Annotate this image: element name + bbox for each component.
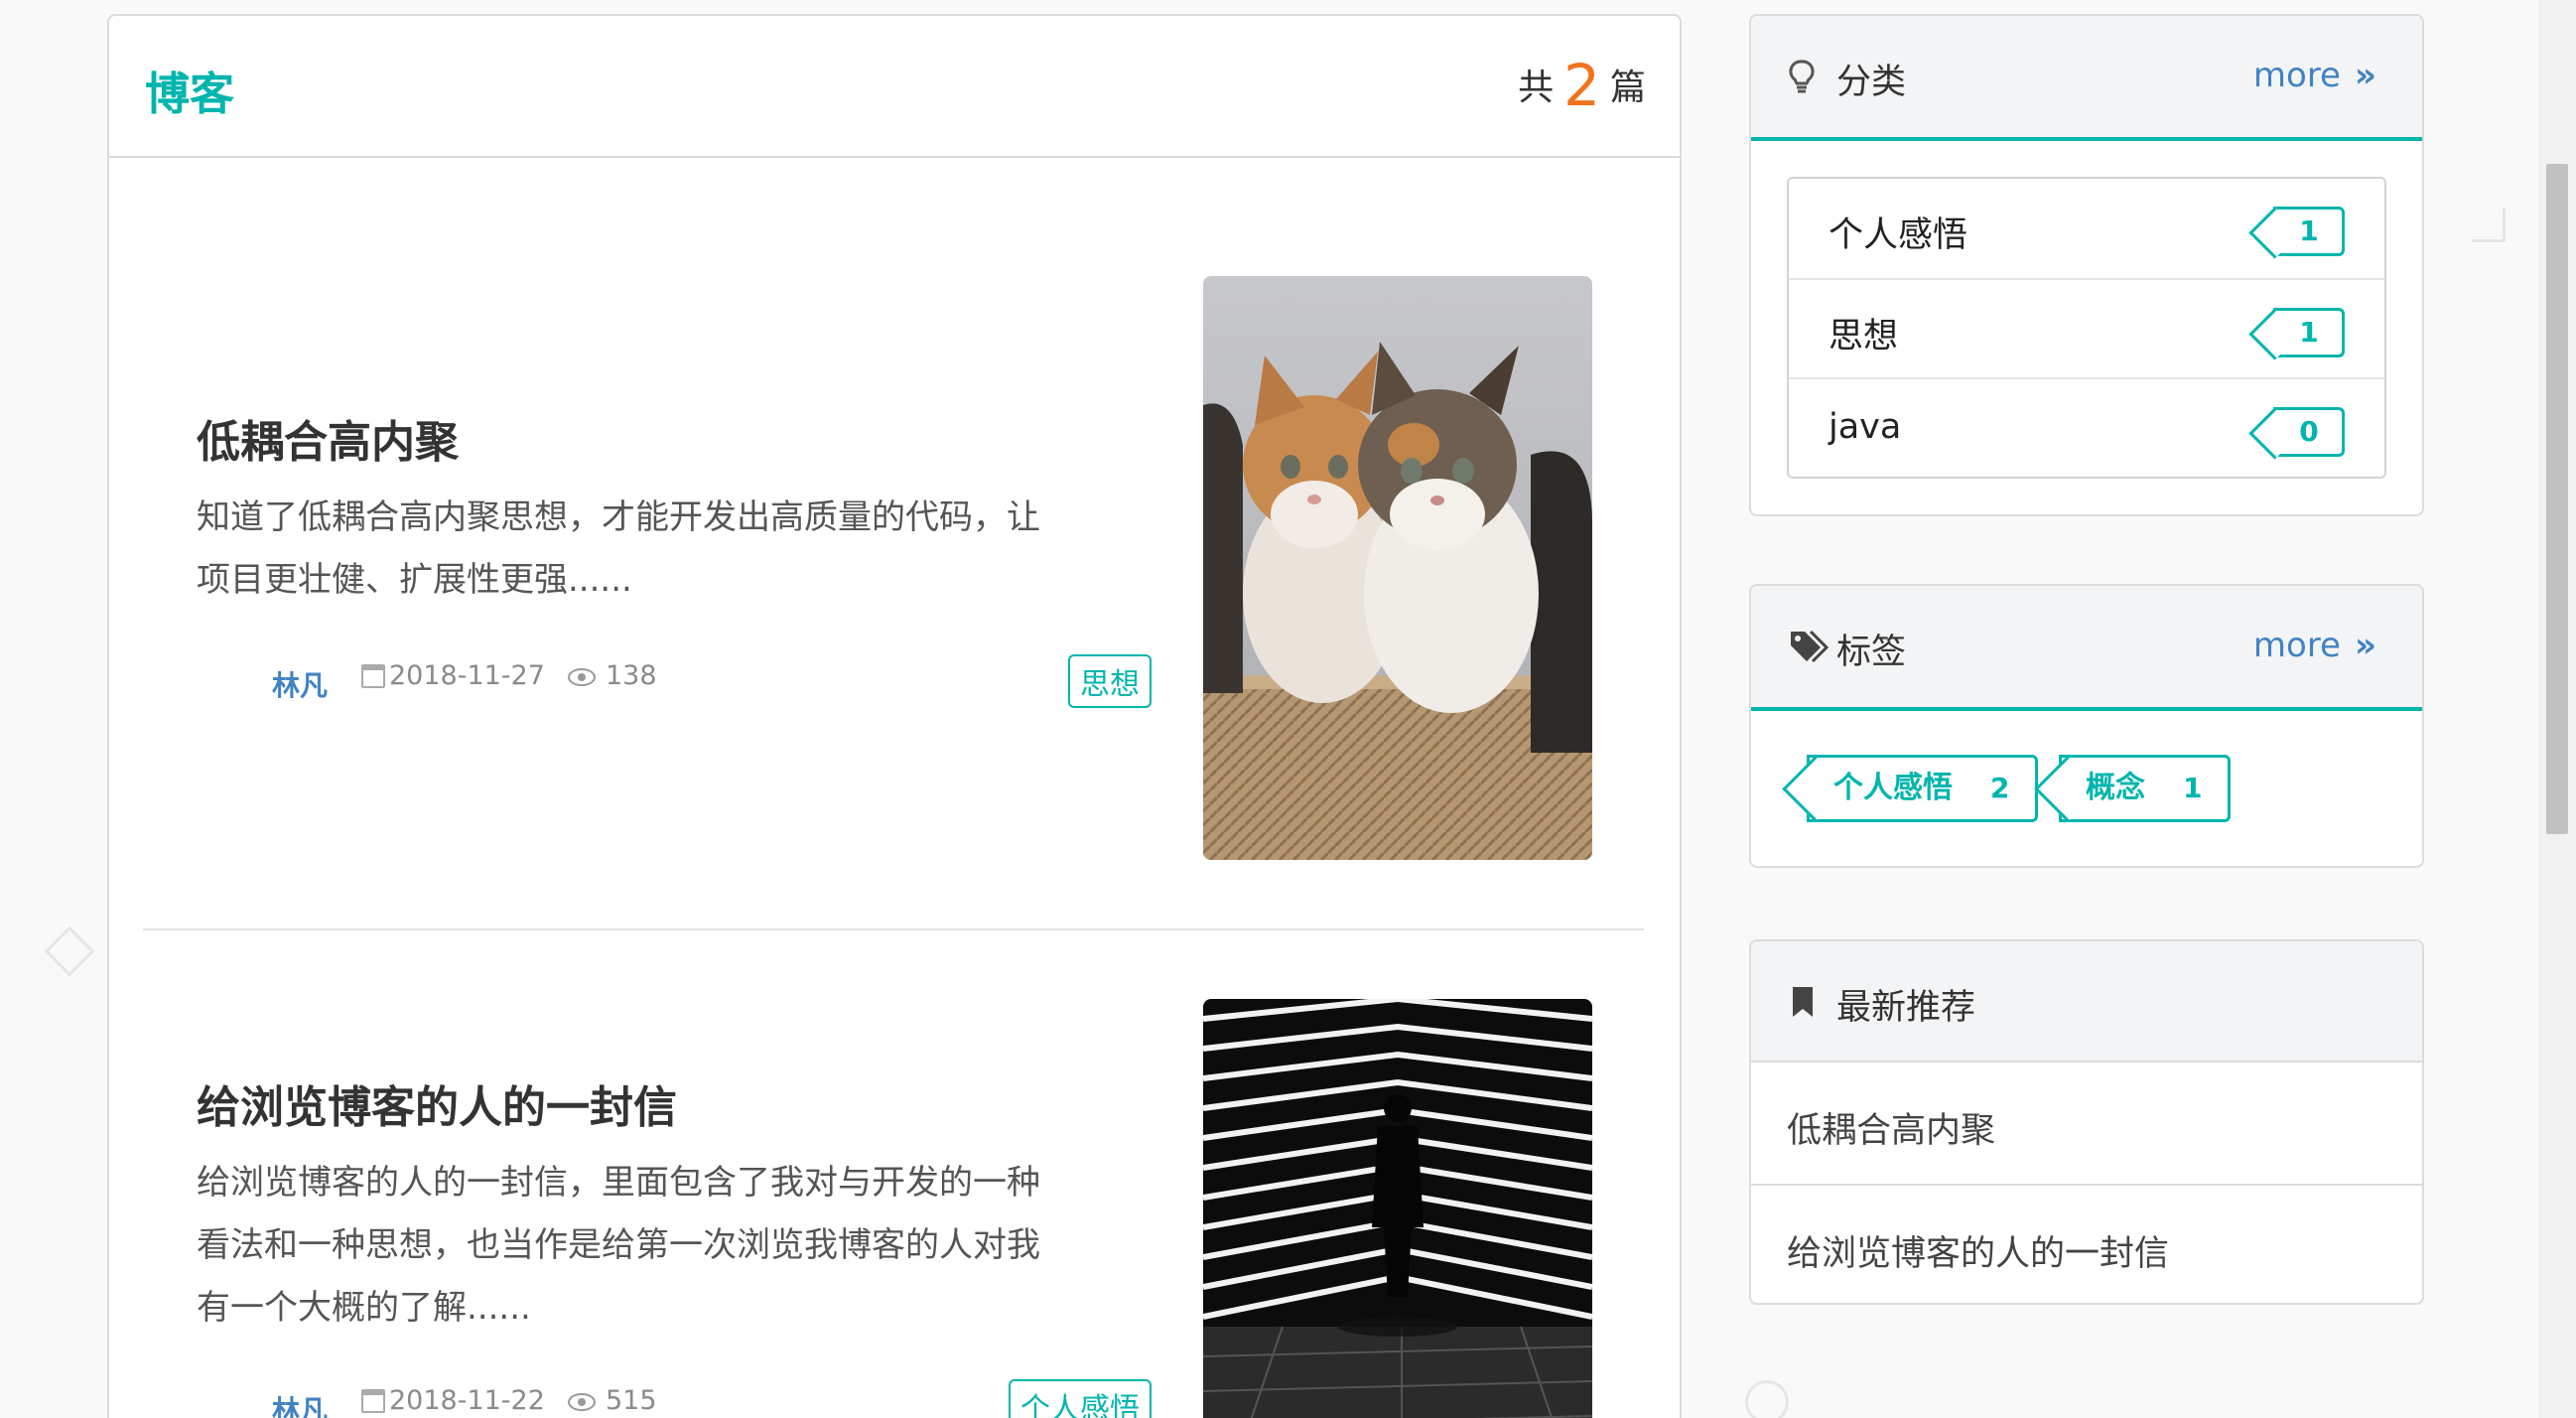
excerpt-line: 有一个大概的了解...... — [197, 1288, 531, 1328]
excerpt-line: 项目更壮健、扩展性更强...... — [197, 560, 632, 600]
tag-pill[interactable]: 个人感悟 2 — [1807, 755, 2039, 822]
post-date: 2018-11-22 — [361, 1385, 545, 1416]
avatar — [197, 1381, 246, 1418]
excerpt-line: 看法和一种思想，也当作是给第一次浏览我博客的人对我 — [197, 1225, 1040, 1265]
post-date: 2018-11-27 — [361, 660, 545, 691]
kittens-photo — [1203, 276, 1592, 860]
more-label: more — [2252, 626, 2341, 665]
tag-count: 1 — [2183, 772, 2203, 804]
blog-title: 博客 — [145, 68, 235, 120]
category-count-badge: 0 — [2273, 407, 2345, 457]
page-scrollbar[interactable] — [2538, 0, 2576, 1418]
scrollbar-thumb[interactable] — [2546, 164, 2568, 834]
tag-list: 个人感悟 2 概念 1 — [1751, 711, 2422, 868]
double-chevron-right-icon: ›› — [2354, 626, 2376, 665]
tag-more-link[interactable]: more ›› — [2252, 626, 2376, 665]
eye-icon — [568, 668, 596, 686]
count-suffix: 篇 — [1609, 68, 1646, 108]
tags-icon — [1789, 630, 1830, 667]
excerpt-line: 知道了低耦合高内聚思想，才能开发出高质量的代码，让 — [197, 497, 1040, 537]
post-meta: 林凡 2018-11-22 515 个人感悟 — [197, 1379, 1152, 1418]
recommend-item[interactable]: 给浏览博客的人的一封信 — [1751, 1184, 2422, 1305]
tag-card-header: 标签 more ›› — [1751, 586, 2422, 711]
recommend-card-header: 最新推荐 — [1751, 941, 2422, 1063]
count-prefix: 共 — [1518, 68, 1555, 108]
post-views: 138 — [568, 660, 657, 691]
count-value: 0 — [2299, 415, 2319, 448]
recommend-list: 低耦合高内聚 给浏览博客的人的一封信 — [1751, 1063, 2422, 1305]
post-meta: 林凡 2018-11-27 138 思想 — [197, 654, 1152, 708]
category-item[interactable]: java 0 — [1789, 377, 2384, 477]
recommend-link[interactable]: 低耦合高内聚 — [1787, 1102, 1995, 1153]
recommend-card: 最新推荐 低耦合高内聚 给浏览博客的人的一封信 — [1749, 939, 2424, 1305]
category-card-header: 分类 more ›› — [1751, 16, 2422, 141]
author-link[interactable]: 林凡 — [272, 664, 328, 704]
count-value: 1 — [2299, 214, 2319, 247]
date-text: 2018-11-22 — [389, 1385, 545, 1416]
excerpt-line: 给浏览博客的人的一封信，里面包含了我对与开发的一种 — [197, 1163, 1040, 1203]
post-thumbnail-kittens[interactable] — [1203, 276, 1592, 860]
lightbulb-icon — [1789, 60, 1815, 97]
post-title-link[interactable]: 低耦合高内聚 — [197, 406, 459, 470]
background-decoration — [2472, 209, 2506, 242]
views-text: 515 — [606, 1385, 657, 1416]
count-value: 1 — [2299, 316, 2319, 349]
author-link[interactable]: 林凡 — [272, 1389, 328, 1418]
date-text: 2018-11-27 — [389, 660, 545, 691]
blog-list-header: 博客 共2篇 — [109, 16, 1680, 158]
category-card-title: 分类 — [1836, 63, 1907, 102]
category-count-badge: 1 — [2273, 207, 2345, 256]
post-tag-label[interactable]: 思想 — [1068, 654, 1152, 708]
tag-name: 个人感悟 — [1833, 771, 1953, 805]
post-tag-label[interactable]: 个人感悟 — [1009, 1379, 1152, 1418]
category-more-link[interactable]: more ›› — [2252, 56, 2376, 95]
category-list: 个人感悟 1 思想 1 java 0 — [1787, 177, 2386, 479]
category-count-badge: 1 — [2273, 308, 2345, 357]
tag-name: 概念 — [2086, 771, 2145, 805]
bookmark-icon — [1791, 987, 1815, 1021]
tag-card: 标签 more ›› 个人感悟 2 概念 1 — [1749, 584, 2424, 868]
blog-count: 共2篇 — [1518, 52, 1646, 119]
tag-pill[interactable]: 概念 1 — [2059, 755, 2232, 822]
category-card: 分类 more ›› 个人感悟 1 思想 1 java 0 — [1749, 14, 2424, 516]
category-name: 思想 — [1829, 317, 1899, 356]
recommend-link[interactable]: 给浏览博客的人的一封信 — [1787, 1225, 2169, 1276]
post-title-link[interactable]: 给浏览博客的人的一封信 — [197, 1071, 677, 1135]
recommend-card-title: 最新推荐 — [1836, 988, 1976, 1028]
category-item[interactable]: 思想 1 — [1789, 278, 2384, 377]
category-item[interactable]: 个人感悟 1 — [1789, 179, 2384, 278]
background-decoration — [44, 925, 95, 977]
calendar-icon — [361, 664, 385, 688]
blog-list-panel: 博客 共2篇 低耦合高内聚 知道了低耦合高内聚思想，才能开发出高质量的代码，让 … — [107, 14, 1682, 1418]
background-decoration — [1745, 1380, 1789, 1418]
calendar-icon — [361, 1389, 385, 1413]
post-excerpt: 给浏览博客的人的一封信，里面包含了我对与开发的一种 看法和一种思想，也当作是给第… — [197, 1152, 1150, 1340]
blog-post-item: 给浏览博客的人的一封信 给浏览博客的人的一封信，里面包含了我对与开发的一种 看法… — [143, 932, 1644, 1418]
post-thumbnail-corridor[interactable] — [1203, 999, 1592, 1418]
double-chevron-right-icon: ›› — [2354, 56, 2376, 95]
category-name: 个人感悟 — [1829, 215, 1968, 255]
views-text: 138 — [606, 660, 657, 691]
tag-count: 2 — [1990, 772, 2010, 804]
category-name: java — [1829, 407, 1902, 447]
post-views: 515 — [568, 1385, 657, 1416]
post-excerpt: 知道了低耦合高内聚思想，才能开发出高质量的代码，让 项目更壮健、扩展性更强...… — [197, 487, 1150, 612]
light-corridor-silhouette-photo — [1203, 999, 1592, 1418]
count-number: 2 — [1563, 52, 1600, 119]
more-label: more — [2252, 56, 2341, 95]
tag-card-title: 标签 — [1836, 633, 1907, 672]
blog-post-item: 低耦合高内聚 知道了低耦合高内聚思想，才能开发出高质量的代码，让 项目更壮健、扩… — [143, 160, 1644, 930]
avatar — [197, 656, 246, 706]
recommend-item[interactable]: 低耦合高内聚 — [1751, 1063, 2422, 1184]
eye-icon — [568, 1393, 596, 1411]
